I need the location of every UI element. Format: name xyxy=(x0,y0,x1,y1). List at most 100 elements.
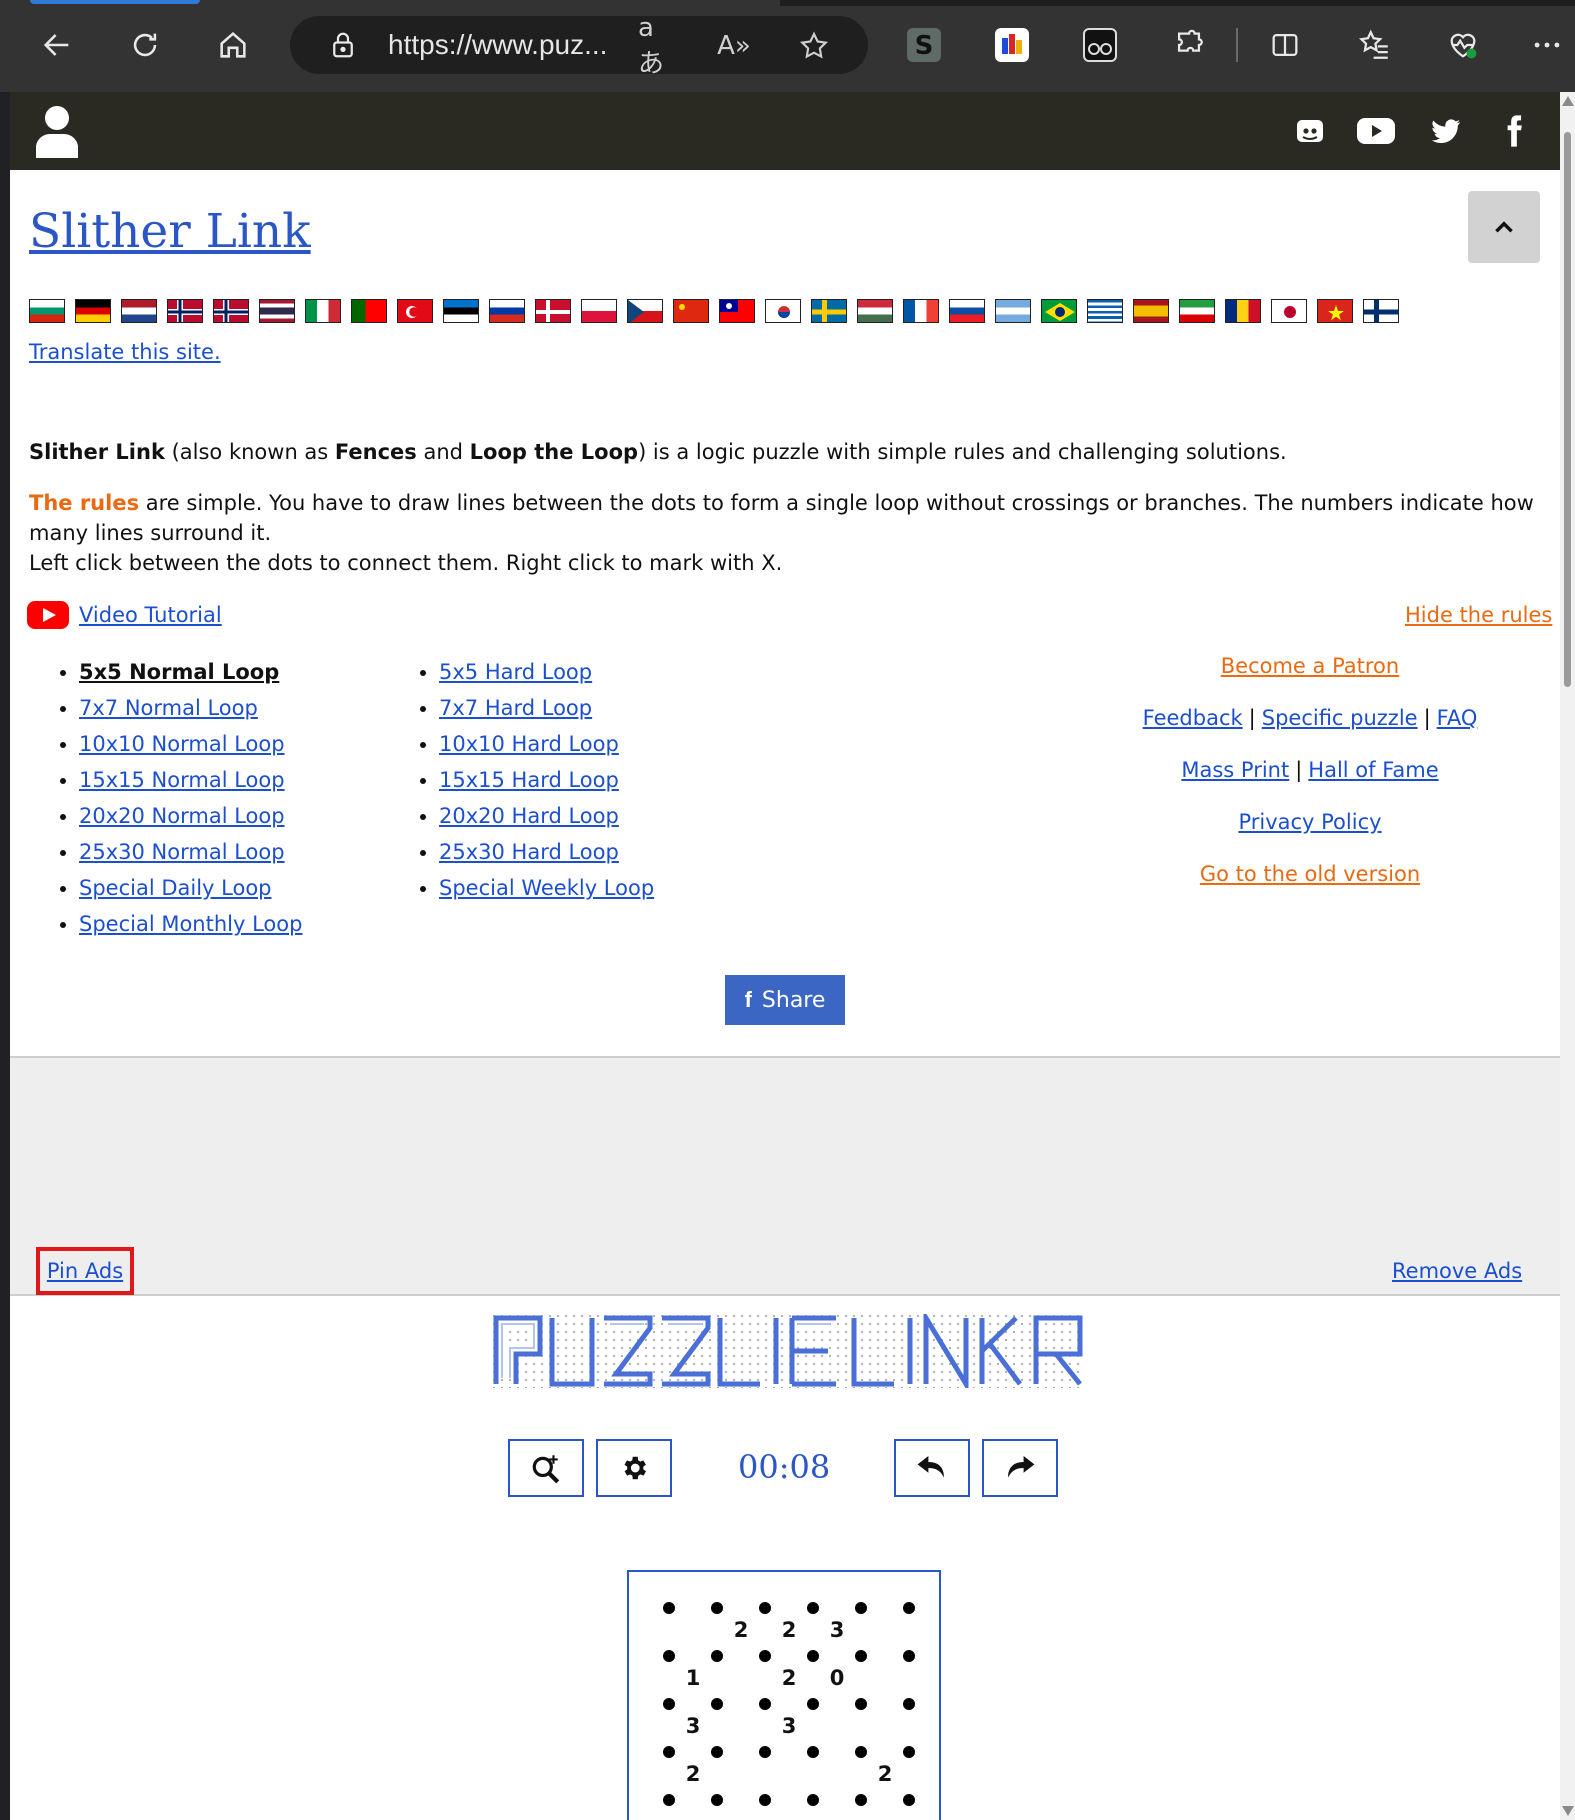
split-screen-icon[interactable] xyxy=(1260,20,1310,70)
pin-ads-link[interactable]: Pin Ads xyxy=(36,1247,134,1295)
discord-icon[interactable] xyxy=(1288,109,1332,153)
browser-essentials-icon[interactable] xyxy=(1438,20,1488,70)
page-title[interactable]: Slither Link xyxy=(29,204,311,259)
youtube-icon[interactable] xyxy=(1354,109,1398,153)
puzzle-link[interactable]: 25x30 Hard Loop xyxy=(439,840,619,864)
flag-france-icon[interactable] xyxy=(903,299,939,323)
flag-denmark-icon[interactable] xyxy=(535,299,571,323)
list-item[interactable]: 15x15 Hard Loop xyxy=(439,762,654,798)
puzzle-link[interactable]: 15x15 Normal Loop xyxy=(79,768,285,792)
list-item[interactable]: Special Daily Loop xyxy=(79,870,302,906)
video-tutorial-link[interactable]: Video Tutorial xyxy=(79,603,222,627)
flag-slovakia-icon[interactable] xyxy=(949,299,985,323)
user-icon[interactable] xyxy=(34,102,80,158)
facebook-icon[interactable] xyxy=(1492,109,1536,153)
facebook-share-button[interactable]: f Share xyxy=(725,975,845,1025)
flag-germany-icon[interactable] xyxy=(75,299,111,323)
more-options-icon[interactable] xyxy=(1524,20,1570,70)
list-item[interactable]: 10x10 Normal Loop xyxy=(79,726,302,762)
video-tutorial[interactable]: Video Tutorial xyxy=(27,601,222,629)
puzzle-board[interactable]: 2 2 3 1 2 0 3 3 2 2 xyxy=(627,1570,941,1820)
puzzle-link[interactable]: 20x20 Normal Loop xyxy=(79,804,285,828)
flag-italy-icon[interactable] xyxy=(305,299,341,323)
hide-rules-link[interactable]: Hide the rules xyxy=(1405,603,1552,627)
puzzle-link[interactable]: 25x30 Normal Loop xyxy=(79,840,285,864)
list-item[interactable]: 25x30 Normal Loop xyxy=(79,834,302,870)
flag-netherlands-icon[interactable] xyxy=(121,299,157,323)
flag-portugal-icon[interactable] xyxy=(351,299,387,323)
scroll-top-button[interactable] xyxy=(1468,191,1540,263)
flag-norway-icon[interactable] xyxy=(213,299,249,323)
list-item[interactable]: 25x30 Hard Loop xyxy=(439,834,654,870)
translate-link[interactable]: Translate this site. xyxy=(29,340,221,364)
flag-hungary-icon[interactable] xyxy=(857,299,893,323)
list-item[interactable]: Special Monthly Loop xyxy=(79,906,302,942)
page-scrollbar[interactable] xyxy=(1560,92,1575,1820)
flag-iran-icon[interactable] xyxy=(1179,299,1215,323)
flag-spain-icon[interactable] xyxy=(1133,299,1169,323)
list-item[interactable]: 10x10 Hard Loop xyxy=(439,726,654,762)
puzzle-link[interactable]: Special Monthly Loop xyxy=(79,912,302,936)
twitter-icon[interactable] xyxy=(1424,109,1468,153)
flag-greece-icon[interactable] xyxy=(1087,299,1123,323)
puzzle-link[interactable]: 7x7 Hard Loop xyxy=(439,696,592,720)
list-item[interactable]: 5x5 Hard Loop xyxy=(439,654,654,690)
zoom-in-button[interactable] xyxy=(508,1439,584,1497)
list-item[interactable]: Special Weekly Loop xyxy=(439,870,654,906)
flag-thailand-icon[interactable] xyxy=(259,299,295,323)
old-version-link[interactable]: Go to the old version xyxy=(1200,862,1420,886)
redo-button[interactable] xyxy=(982,1439,1058,1497)
refresh-icon[interactable] xyxy=(120,20,170,70)
puzzle-link-logo[interactable] xyxy=(492,1309,1084,1393)
favorites-icon[interactable] xyxy=(1350,20,1400,70)
translate-icon[interactable]: aあ xyxy=(638,13,674,79)
favorite-star-icon[interactable] xyxy=(796,28,832,64)
extension-chart-icon[interactable] xyxy=(995,28,1029,62)
puzzle-link[interactable]: 10x10 Hard Loop xyxy=(439,732,619,756)
extension-s-icon[interactable]: S xyxy=(907,28,941,62)
faq-link[interactable]: FAQ xyxy=(1437,706,1478,730)
list-item[interactable]: 15x15 Normal Loop xyxy=(79,762,302,798)
puzzle-link[interactable]: 15x15 Hard Loop xyxy=(439,768,619,792)
mass-print-link[interactable]: Mass Print xyxy=(1181,758,1289,782)
flag-czech-icon[interactable] xyxy=(627,299,663,323)
flag-romania-icon[interactable] xyxy=(1225,299,1261,323)
scroll-down-arrow-icon[interactable] xyxy=(1562,1806,1574,1816)
flag-china-icon[interactable] xyxy=(673,299,709,323)
puzzle-link[interactable]: Special Weekly Loop xyxy=(439,876,654,900)
flag-estonia-icon[interactable] xyxy=(443,299,479,323)
list-item[interactable]: 20x20 Hard Loop xyxy=(439,798,654,834)
extensions-puzzle-icon[interactable] xyxy=(1164,20,1214,70)
lock-icon[interactable] xyxy=(328,30,358,60)
list-item[interactable]: 20x20 Normal Loop xyxy=(79,798,302,834)
address-bar[interactable]: https://www.puz... aあ A» xyxy=(290,13,868,79)
flag-finland-icon[interactable] xyxy=(1363,299,1399,323)
undo-button[interactable] xyxy=(894,1439,970,1497)
url-text[interactable]: https://www.puz... xyxy=(388,29,607,61)
scroll-up-arrow-icon[interactable] xyxy=(1562,96,1574,106)
flag-russia-icon[interactable] xyxy=(489,299,525,323)
read-aloud-icon[interactable]: A» xyxy=(716,28,752,64)
flag-turkey-icon[interactable] xyxy=(397,299,433,323)
become-patron-link[interactable]: Become a Patron xyxy=(1221,654,1399,678)
hall-of-fame-link[interactable]: Hall of Fame xyxy=(1308,758,1438,782)
feedback-link[interactable]: Feedback xyxy=(1143,706,1243,730)
flag-japan-icon[interactable] xyxy=(1271,299,1307,323)
settings-button[interactable] xyxy=(596,1439,672,1497)
remove-ads-link[interactable]: Remove Ads xyxy=(1392,1259,1522,1283)
specific-puzzle-link[interactable]: Specific puzzle xyxy=(1262,706,1418,730)
list-item[interactable]: 5x5 Normal Loop xyxy=(79,654,302,690)
privacy-policy-link[interactable]: Privacy Policy xyxy=(1238,810,1381,834)
flag-bulgaria-icon[interactable] xyxy=(29,299,65,323)
flag-brazil-icon[interactable] xyxy=(1041,299,1077,323)
puzzle-link[interactable]: 10x10 Normal Loop xyxy=(79,732,285,756)
flag-argentina-icon[interactable] xyxy=(995,299,1031,323)
flag-sweden-icon[interactable] xyxy=(811,299,847,323)
puzzle-link-current[interactable]: 5x5 Normal Loop xyxy=(79,660,279,684)
puzzle-link[interactable]: 20x20 Hard Loop xyxy=(439,804,619,828)
scrollbar-thumb[interactable] xyxy=(1564,132,1571,687)
flag-taiwan-icon[interactable] xyxy=(719,299,755,323)
flag-korea-icon[interactable] xyxy=(765,299,801,323)
flag-vietnam-icon[interactable] xyxy=(1317,299,1353,323)
home-icon[interactable] xyxy=(208,20,258,70)
